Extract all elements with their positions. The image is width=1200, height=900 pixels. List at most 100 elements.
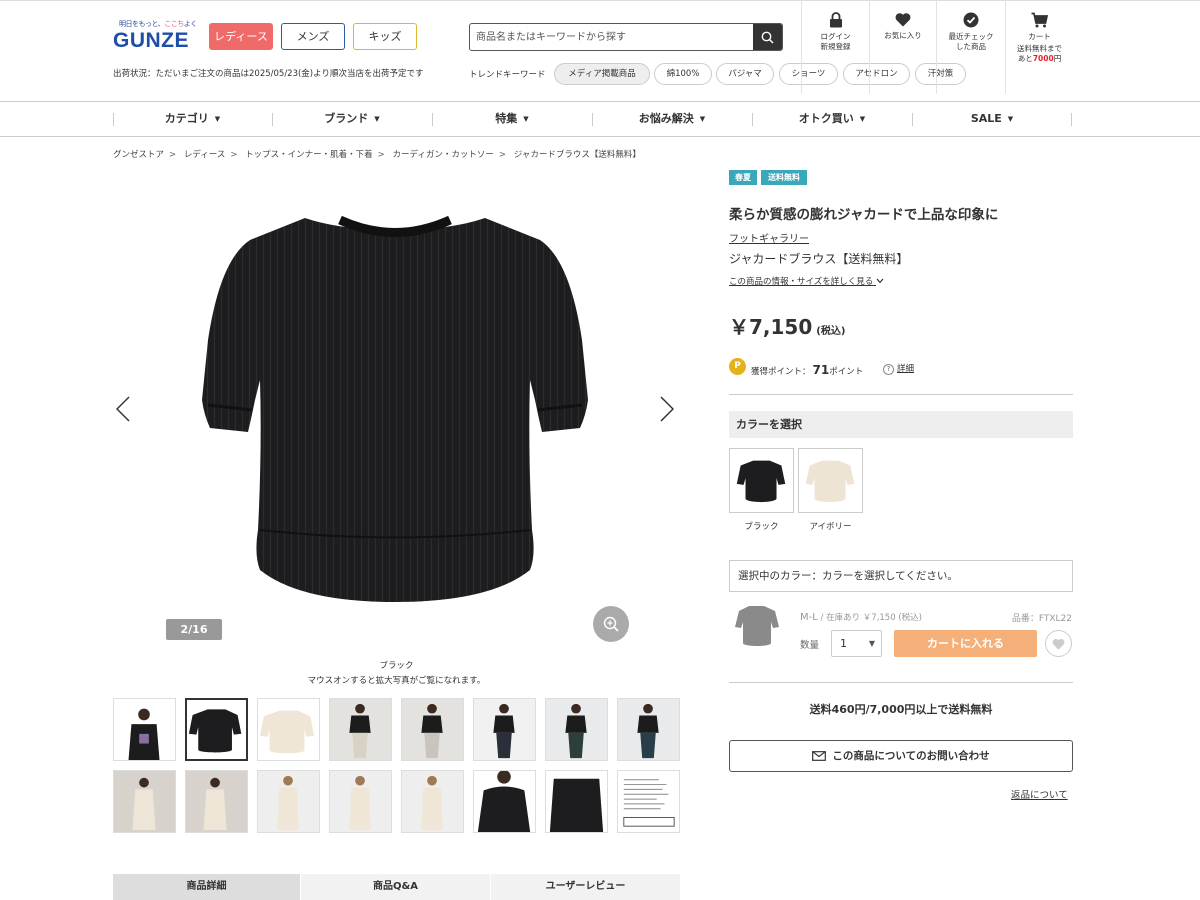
heart-icon xyxy=(895,13,911,27)
thumbnail-14[interactable] xyxy=(473,770,536,833)
thumbnail-11[interactable] xyxy=(257,770,320,833)
thumbnail-7[interactable] xyxy=(545,698,608,761)
lock-icon xyxy=(829,12,842,28)
trend-label: トレンドキーワード xyxy=(469,70,546,80)
breadcrumb-item[interactable]: カーディガン・カットソー xyxy=(393,150,494,160)
caret-down-icon: ▼ xyxy=(374,115,380,123)
selected-color-message: 選択中のカラー：カラーを選択してください。 xyxy=(729,560,1073,592)
favorite-button[interactable] xyxy=(1045,630,1072,657)
image-counter: 2/16 xyxy=(166,619,222,640)
quantity-label: 数量 xyxy=(800,640,820,651)
thumbnail-15[interactable] xyxy=(545,770,608,833)
nav-brand[interactable]: ブランド ▼ xyxy=(272,102,432,136)
nav-features[interactable]: 特集 ▼ xyxy=(432,102,592,136)
thumbnail-9[interactable] xyxy=(113,770,176,833)
search-input[interactable] xyxy=(476,27,754,47)
product-name: ジャカードブラウス【送料無料】 xyxy=(729,252,909,266)
trend-pill-media[interactable]: メディア掲載商品 xyxy=(554,63,650,85)
trend-pill-cotton[interactable]: 綿100% xyxy=(654,63,712,85)
prev-image-button[interactable] xyxy=(115,396,130,426)
product-details-link[interactable]: この商品の情報・サイズを詳しく見る xyxy=(729,275,884,287)
main-nav: カテゴリ ▼ ブランド ▼ 特集 ▼ お悩み解決 ▼ オトク買い ▼ SALE ▼ xyxy=(0,101,1200,137)
product-code: 品番：FTXL22 xyxy=(1011,614,1072,624)
product-inquiry-button[interactable]: この商品についてのお問い合わせ xyxy=(729,740,1073,772)
breadcrumb-item[interactable]: トップス・インナー・肌着・下着 xyxy=(245,150,373,160)
thumbnail-2[interactable] xyxy=(185,698,248,761)
divider xyxy=(729,394,1073,395)
zoom-button[interactable] xyxy=(593,606,629,642)
color-label-ivory: アイボリー xyxy=(809,522,852,532)
cart-icon xyxy=(1031,12,1048,28)
caret-down-icon: ▼ xyxy=(214,115,221,123)
brand-link[interactable]: フットギャラリー xyxy=(729,230,809,245)
chevron-right-icon xyxy=(660,396,675,422)
points-icon: P xyxy=(729,358,746,375)
logo-tagline: 明日をもっと、ここちよく xyxy=(119,20,197,28)
sku-info: M-L / 在庫あり ￥7,150 (税込) 品番：FTXL22 xyxy=(800,612,1072,624)
breadcrumb-item[interactable]: レディース xyxy=(184,150,225,160)
season-badge: 春夏 xyxy=(729,170,757,185)
points-earned: 獲得ポイント： 71ポイント xyxy=(751,363,864,377)
thumbnail-16[interactable] xyxy=(617,770,680,833)
logo-wordmark: GUNZE xyxy=(113,29,189,52)
nav-deals[interactable]: オトク買い ▼ xyxy=(752,102,912,136)
sku-image xyxy=(735,606,779,646)
nav-divider xyxy=(1071,113,1072,126)
returns-link[interactable]: 返品について xyxy=(1011,787,1068,801)
quantity-select[interactable]: 1 ▼ xyxy=(831,630,882,657)
tab-kids[interactable]: キッズ xyxy=(353,23,417,50)
image-color-caption: ブラック xyxy=(379,661,414,671)
thumbnail-5[interactable] xyxy=(401,698,464,761)
breadcrumb-current: ジャカードブラウス【送料無料】 xyxy=(513,150,641,160)
mail-icon xyxy=(812,751,827,761)
cart-link[interactable]: カート 送料無料まで あと7000円 xyxy=(1005,0,1073,94)
points-detail-link[interactable]: ? 詳細 xyxy=(883,362,914,375)
chevron-down-icon: ▼ xyxy=(868,639,875,648)
search-box xyxy=(469,23,783,51)
thumbnail-3[interactable] xyxy=(257,698,320,761)
nav-solutions[interactable]: お悩み解決 ▼ xyxy=(592,102,752,136)
image-zoom-hint: マウスオンすると拡大写真がご覧になれます。 xyxy=(307,676,486,686)
recently-checked-link[interactable]: 最近チェック した商品 xyxy=(936,0,1005,94)
color-swatch-black[interactable] xyxy=(729,448,794,513)
breadcrumb: グンゼストア > レディース > トップス・インナー・肌着・下着 > カーディガン・カ… xyxy=(113,150,641,160)
thumbnail-6[interactable] xyxy=(473,698,536,761)
tab-user-reviews[interactable]: ユーザーレビュー xyxy=(491,874,681,900)
tab-product-qa[interactable]: 商品Q&A xyxy=(301,874,491,900)
caret-down-icon: ▼ xyxy=(523,115,529,123)
tab-ladies[interactable]: レディース xyxy=(209,23,273,50)
thumbnail-1[interactable] xyxy=(113,698,176,761)
shipping-status: 出荷状況：ただいまご注文の商品は2025/05/23(金)より順次当店を出荷予定… xyxy=(113,69,424,79)
trend-pill-pajama[interactable]: パジャマ xyxy=(716,63,774,85)
thumbnail-12[interactable] xyxy=(329,770,392,833)
add-to-cart-button[interactable]: カートに入れる xyxy=(894,630,1037,657)
shipping-fee-info: 送料460円/7,000円以上で送料無料 xyxy=(809,703,993,716)
main-product-image[interactable] xyxy=(190,200,600,610)
caret-down-icon: ▼ xyxy=(699,115,706,123)
thumbnail-10[interactable] xyxy=(185,770,248,833)
color-swatch-ivory[interactable] xyxy=(798,448,863,513)
tab-product-details[interactable]: 商品詳細 xyxy=(113,874,301,900)
next-image-button[interactable] xyxy=(660,396,675,426)
product-price: ￥7,150 (税込) xyxy=(729,315,846,339)
favorites-link[interactable]: お気に入り xyxy=(869,0,936,94)
check-circle-icon xyxy=(963,12,979,28)
caret-down-icon: ▼ xyxy=(1007,115,1014,123)
color-label-black: ブラック xyxy=(744,522,779,532)
thumbnail-8[interactable] xyxy=(617,698,680,761)
tab-mens[interactable]: メンズ xyxy=(281,23,345,50)
free-shipping-badge: 送料無料 xyxy=(761,170,807,185)
search-button[interactable] xyxy=(753,24,782,50)
gunze-logo[interactable]: 明日をもっと、ここちよく GUNZE xyxy=(113,19,197,57)
thumbnail-13[interactable] xyxy=(401,770,464,833)
nav-category[interactable]: カテゴリ ▼ xyxy=(113,102,272,136)
nav-sale[interactable]: SALE ▼ xyxy=(912,102,1072,136)
heart-icon xyxy=(1052,638,1065,650)
thumbnail-4[interactable] xyxy=(329,698,392,761)
breadcrumb-item[interactable]: グンゼストア xyxy=(113,150,164,160)
question-icon: ? xyxy=(883,364,894,375)
search-icon xyxy=(761,31,774,44)
divider xyxy=(729,682,1073,683)
chevron-down-icon xyxy=(876,278,884,284)
login-link[interactable]: ログイン 新規登録 xyxy=(801,0,869,94)
